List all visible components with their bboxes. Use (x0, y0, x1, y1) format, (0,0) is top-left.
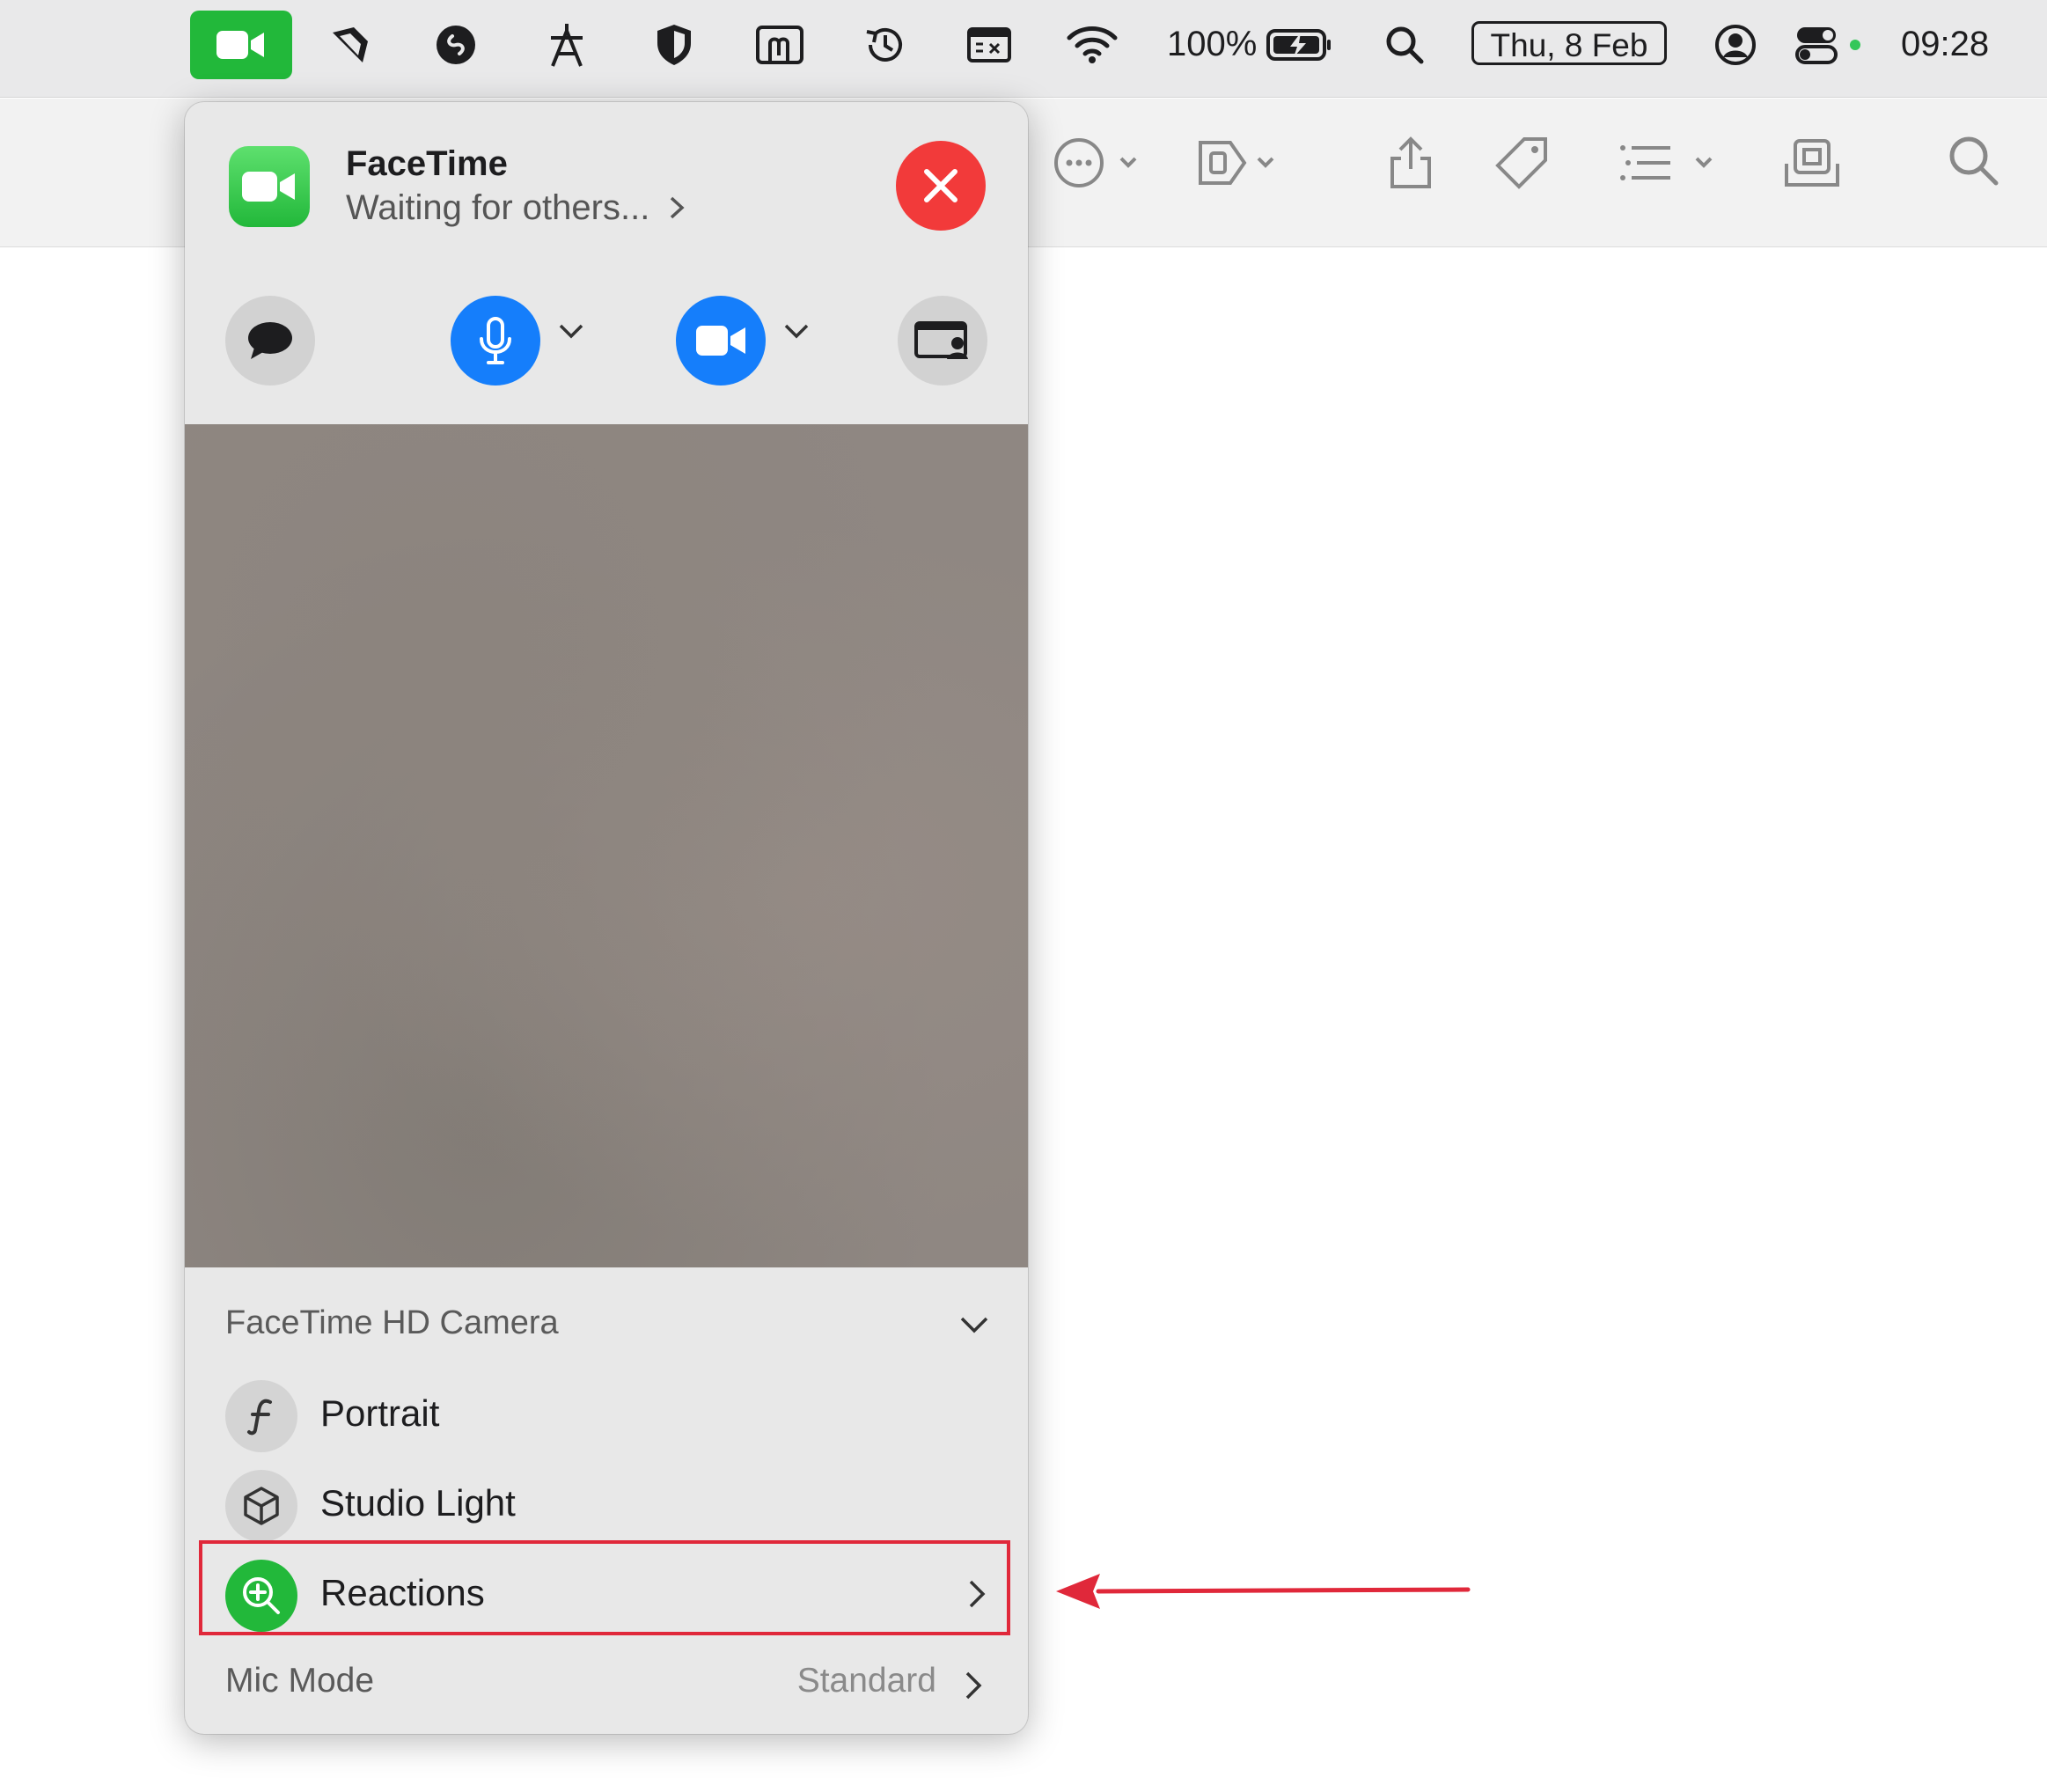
reactions-highlight-box (199, 1540, 1010, 1635)
control-center-icon[interactable] (1794, 11, 1864, 79)
history-icon[interactable] (859, 11, 912, 79)
camera-options-chevron-icon[interactable] (783, 322, 810, 340)
battery-icon[interactable] (1264, 11, 1334, 79)
portrait-label: Portrait (320, 1392, 440, 1434)
camera-source-chevron-icon[interactable] (959, 1315, 989, 1336)
facetime-menu-icon[interactable] (190, 11, 292, 79)
studio-light-label: Studio Light (320, 1482, 516, 1524)
facetime-app-icon (229, 146, 310, 227)
menubar-date[interactable]: Thu, 8 Feb (1471, 21, 1667, 65)
facetime-panel: FaceTime Waiting for others... FaceTime … (185, 102, 1028, 1734)
battery-percent: 100% (1167, 25, 1258, 63)
end-call-button[interactable] (896, 141, 986, 231)
camera-source-label: FaceTime HD Camera (225, 1304, 559, 1341)
keyboard-icon[interactable] (963, 11, 1016, 79)
chevron-right-icon (671, 196, 686, 219)
shield-icon[interactable] (648, 11, 701, 79)
studio-light-effect-row[interactable]: Studio Light (199, 1461, 1014, 1551)
call-status-text: Waiting for others... (346, 188, 650, 227)
tag-icon[interactable] (1493, 134, 1551, 196)
tag-shape-icon[interactable] (1195, 134, 1283, 196)
camera-button[interactable] (676, 296, 766, 386)
user-account-icon[interactable] (1711, 11, 1760, 79)
screen-share-button[interactable] (898, 296, 987, 386)
microphone-icon (480, 317, 511, 364)
speech-bubble-icon (248, 322, 292, 359)
menubar-clock[interactable]: 09:28 (1901, 19, 1989, 69)
more-icon[interactable] (1053, 134, 1141, 196)
spotlight-search-icon[interactable] (1380, 11, 1429, 79)
shazam-icon[interactable] (429, 11, 482, 79)
call-status-link[interactable]: Waiting for others... (346, 188, 687, 228)
portrait-effect-row[interactable]: Portrait (199, 1371, 1014, 1461)
mic-mode-label: Mic Mode (225, 1662, 375, 1700)
screen-share-icon (914, 321, 968, 359)
hand-icon[interactable] (752, 11, 808, 79)
cube-icon (225, 1470, 297, 1542)
app-title: FaceTime (346, 144, 508, 183)
portrait-f-icon (225, 1380, 297, 1452)
microphone-button[interactable] (451, 296, 540, 386)
menu-bar: 100% Thu, 8 Feb 09:28 (0, 0, 2047, 98)
list-icon[interactable] (1616, 134, 1721, 196)
chevron-right-icon[interactable] (963, 1669, 984, 1702)
wifi-icon[interactable] (1063, 11, 1121, 79)
close-icon (924, 169, 957, 202)
mic-mode-value[interactable]: Standard (797, 1662, 936, 1700)
archive-icon[interactable] (1781, 134, 1843, 196)
microphone-options-chevron-icon[interactable] (558, 322, 584, 340)
cursor-tool-icon[interactable] (324, 11, 377, 79)
messages-button[interactable] (225, 296, 315, 386)
search-icon[interactable] (1947, 134, 1999, 191)
video-camera-icon (696, 326, 745, 356)
camera-preview (185, 424, 1028, 1267)
text-tool-icon[interactable] (540, 11, 593, 79)
share-icon[interactable] (1387, 134, 1434, 196)
annotation-arrow-icon (1056, 1574, 1471, 1609)
